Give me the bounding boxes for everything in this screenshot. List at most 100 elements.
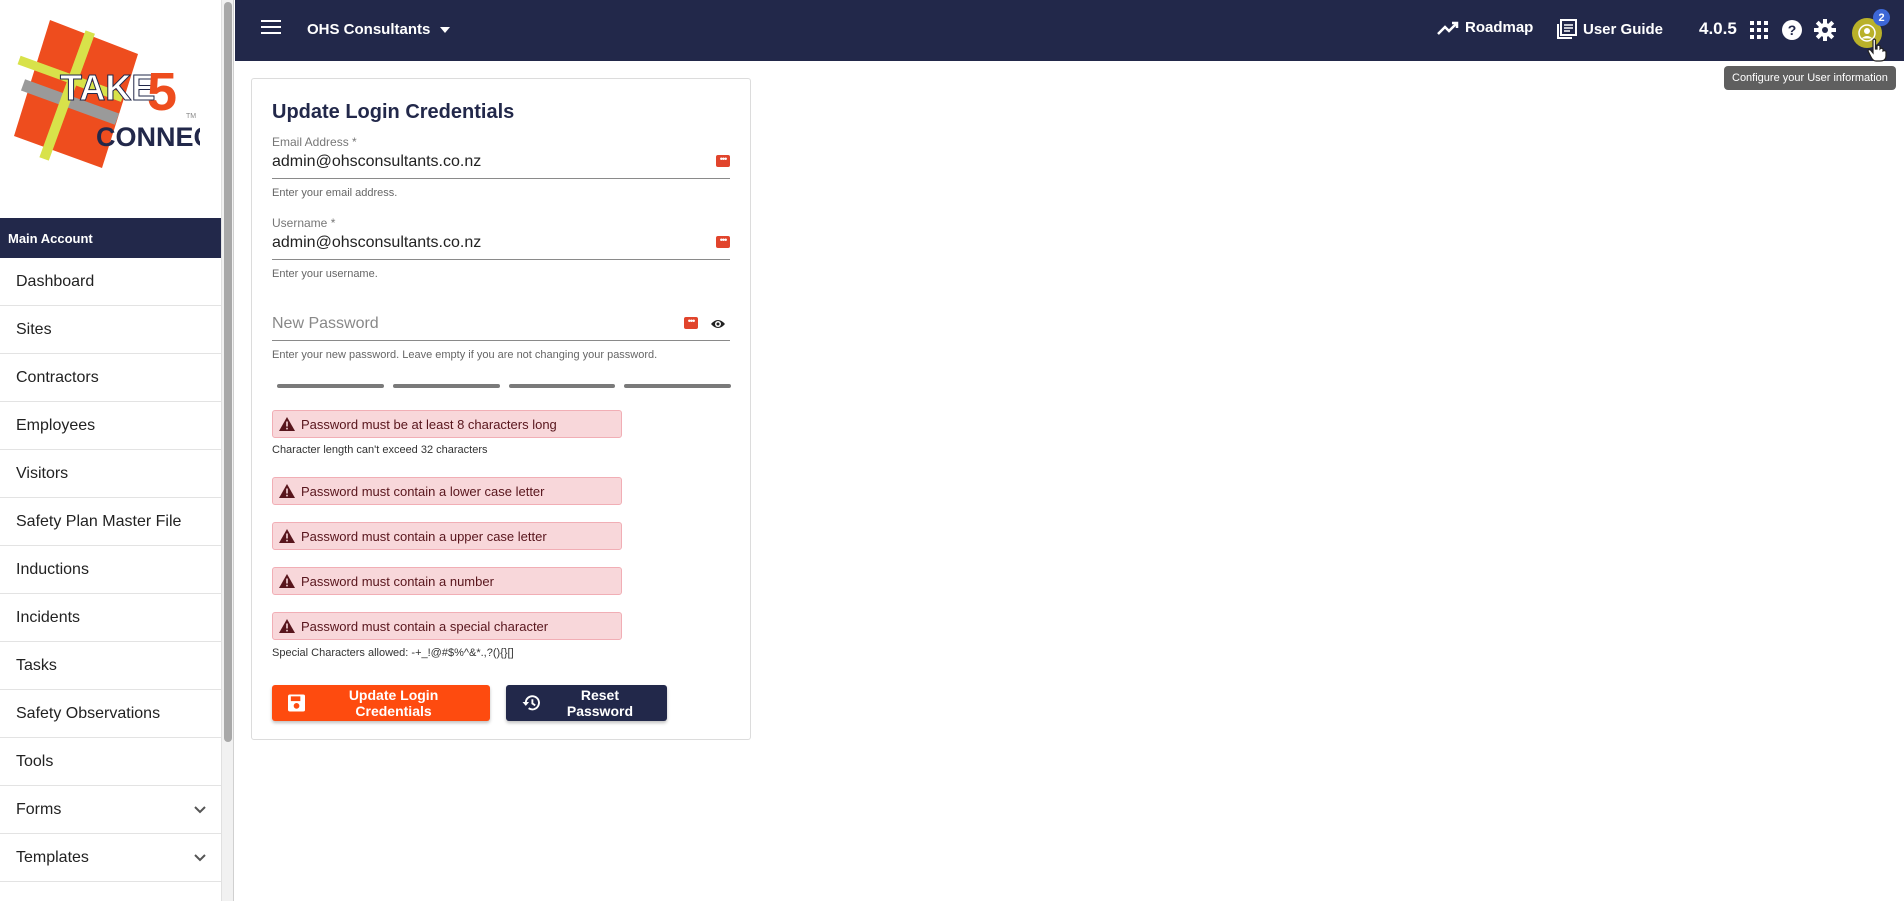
sidebar-item-safety-observations[interactable]: Safety Observations: [0, 690, 221, 738]
sidebar-item-tasks[interactable]: Tasks: [0, 642, 221, 690]
card-title: Update Login Credentials: [272, 101, 515, 123]
password-manager-icon[interactable]: •••: [716, 236, 730, 248]
roadmap-label: Roadmap: [1465, 19, 1534, 36]
strength-segment: [508, 384, 616, 388]
organization-selector[interactable]: OHS Consultants: [307, 21, 451, 38]
sidebar: TAKE 5 CONNECT TM Main Account Dashboard…: [0, 0, 222, 901]
new-password-input[interactable]: New Password •••: [272, 311, 730, 341]
sidebar-item-label: Safety Plan Master File: [16, 512, 182, 530]
chevron-down-icon: [194, 805, 206, 813]
sidebar-item-label: Incidents: [16, 608, 81, 626]
sidebar-item-label: Inductions: [16, 560, 89, 578]
sidebar-item-employees[interactable]: Employees: [0, 402, 221, 450]
logo-text-tm: TM: [186, 113, 196, 120]
trending-up-icon: [1437, 21, 1459, 35]
section-header-main-account: Main Account: [0, 218, 221, 258]
reset-password-button[interactable]: Reset Password: [506, 685, 667, 721]
sidebar-item-label: Sites: [16, 320, 52, 338]
take5-connect-logo[interactable]: TAKE 5 CONNECT TM: [0, 0, 221, 218]
uppercase-alert: Password must contain a upper case lette…: [272, 522, 622, 550]
sidebar-item-dashboard[interactable]: Dashboard: [0, 258, 221, 306]
sidebar-item-label: Tools: [16, 752, 54, 770]
sidebar-item-templates[interactable]: Templates: [0, 834, 221, 882]
warning-icon: [279, 417, 295, 431]
sidebar-scrollbar-thumb[interactable]: [224, 2, 232, 742]
email-field: Email Address * admin@ohsconsultants.co.…: [272, 135, 730, 199]
sidebar-item-label: Tasks: [16, 656, 57, 674]
menu-icon[interactable]: [261, 20, 281, 38]
sidebar-item-inductions[interactable]: Inductions: [0, 546, 221, 594]
sidebar-item-label: Dashboard: [16, 272, 95, 290]
new-password-placeholder: New Password: [272, 315, 379, 332]
save-floppy-icon: [288, 694, 306, 712]
version-label: 4.0.5: [1699, 19, 1737, 38]
username-field: Username * admin@ohsconsultants.co.nz ••…: [272, 216, 730, 280]
sidebar-item-visitors[interactable]: Visitors: [0, 450, 221, 498]
update-login-credentials-card: Update Login Credentials Email Address *…: [251, 78, 751, 740]
logo-text-five: 5: [147, 62, 177, 122]
email-hint: Enter your email address.: [272, 187, 398, 199]
caret-down-icon: [440, 26, 451, 33]
warning-icon: [279, 574, 295, 588]
alert-text: Password must contain a special characte…: [301, 618, 549, 634]
sidebar-item-incidents[interactable]: Incidents: [0, 594, 221, 642]
sidebar-item-tools[interactable]: Tools: [0, 738, 221, 786]
password-manager-icon[interactable]: •••: [684, 317, 698, 329]
sidebar-item-label: Templates: [16, 848, 89, 866]
strength-segment: [277, 384, 384, 388]
sidebar-item-label: Contractors: [16, 368, 99, 386]
strength-segment: [624, 384, 731, 388]
hand-pointer-cursor-icon: [1867, 38, 1887, 62]
password-strength-meter: [277, 384, 731, 388]
user-guide-label: User Guide: [1583, 20, 1664, 38]
warning-icon: [279, 619, 295, 633]
username-value: admin@ohsconsultants.co.nz: [272, 234, 482, 251]
sidebar-nav: Dashboard Sites Contractors Employees Vi…: [0, 258, 221, 882]
history-restore-icon: [522, 695, 540, 711]
special-character-alert: Password must contain a special characte…: [272, 612, 622, 640]
update-login-credentials-button[interactable]: Update Login Credentials: [272, 685, 490, 721]
alert-text: Password must contain a number: [301, 573, 494, 589]
max-length-note: Character length can't exceed 32 charact…: [272, 444, 488, 456]
sidebar-item-contractors[interactable]: Contractors: [0, 354, 221, 402]
warning-icon: [279, 529, 295, 543]
alert-text: Password must contain a upper case lette…: [301, 528, 547, 544]
email-input[interactable]: admin@ohsconsultants.co.nz •••: [272, 149, 730, 179]
username-hint: Enter your username.: [272, 268, 378, 280]
roadmap-link[interactable]: Roadmap: [1437, 19, 1533, 36]
apps-grid-icon[interactable]: [1746, 17, 1772, 43]
email-label: Email Address *: [272, 135, 357, 149]
sidebar-item-label: Visitors: [16, 464, 69, 482]
username-input[interactable]: admin@ohsconsultants.co.nz •••: [272, 230, 730, 260]
sidebar-item-sites[interactable]: Sites: [0, 306, 221, 354]
sidebar-item-label: Employees: [16, 416, 96, 434]
top-app-bar: OHS Consultants Roadmap User Guide 4.0.5…: [235, 0, 1904, 61]
svg-text:?: ?: [1788, 22, 1797, 38]
reset-button-label: Reset Password: [566, 687, 633, 719]
alert-text: Password must be at least 8 characters l…: [301, 416, 557, 432]
show-password-eye-icon[interactable]: [710, 318, 726, 330]
help-icon[interactable]: ?: [1779, 17, 1805, 43]
lowercase-alert: Password must contain a lower case lette…: [272, 477, 622, 505]
alert-text: Password must contain a lower case lette…: [301, 483, 545, 499]
sidebar-item-safety-plan-master-file[interactable]: Safety Plan Master File: [0, 498, 221, 546]
notification-badge: 2: [1873, 9, 1890, 26]
password-manager-icon[interactable]: •••: [716, 155, 730, 167]
new-password-field: New Password ••• Enter your new password…: [272, 311, 730, 361]
organization-name: OHS Consultants: [307, 21, 431, 38]
sidebar-item-forms[interactable]: Forms: [0, 786, 221, 834]
email-value: admin@ohsconsultants.co.nz: [272, 153, 482, 170]
sidebar-item-label: Forms: [16, 800, 62, 818]
logo-graphic: TAKE 5 CONNECT TM: [14, 20, 200, 168]
logo-text-connect: CONNECT: [96, 122, 200, 152]
book-icon: [1557, 19, 1577, 39]
settings-gear-icon[interactable]: [1812, 17, 1838, 43]
user-info-tooltip: Configure your User information: [1724, 66, 1896, 90]
update-button-label: Update Login Credentials: [348, 687, 439, 719]
chevron-down-icon: [194, 853, 206, 861]
warning-icon: [279, 484, 295, 498]
sidebar-item-label: Safety Observations: [16, 704, 161, 722]
number-alert: Password must contain a number: [272, 567, 622, 595]
user-guide-link[interactable]: User Guide: [1557, 19, 1663, 39]
logo-text-take: TAKE: [60, 67, 155, 108]
